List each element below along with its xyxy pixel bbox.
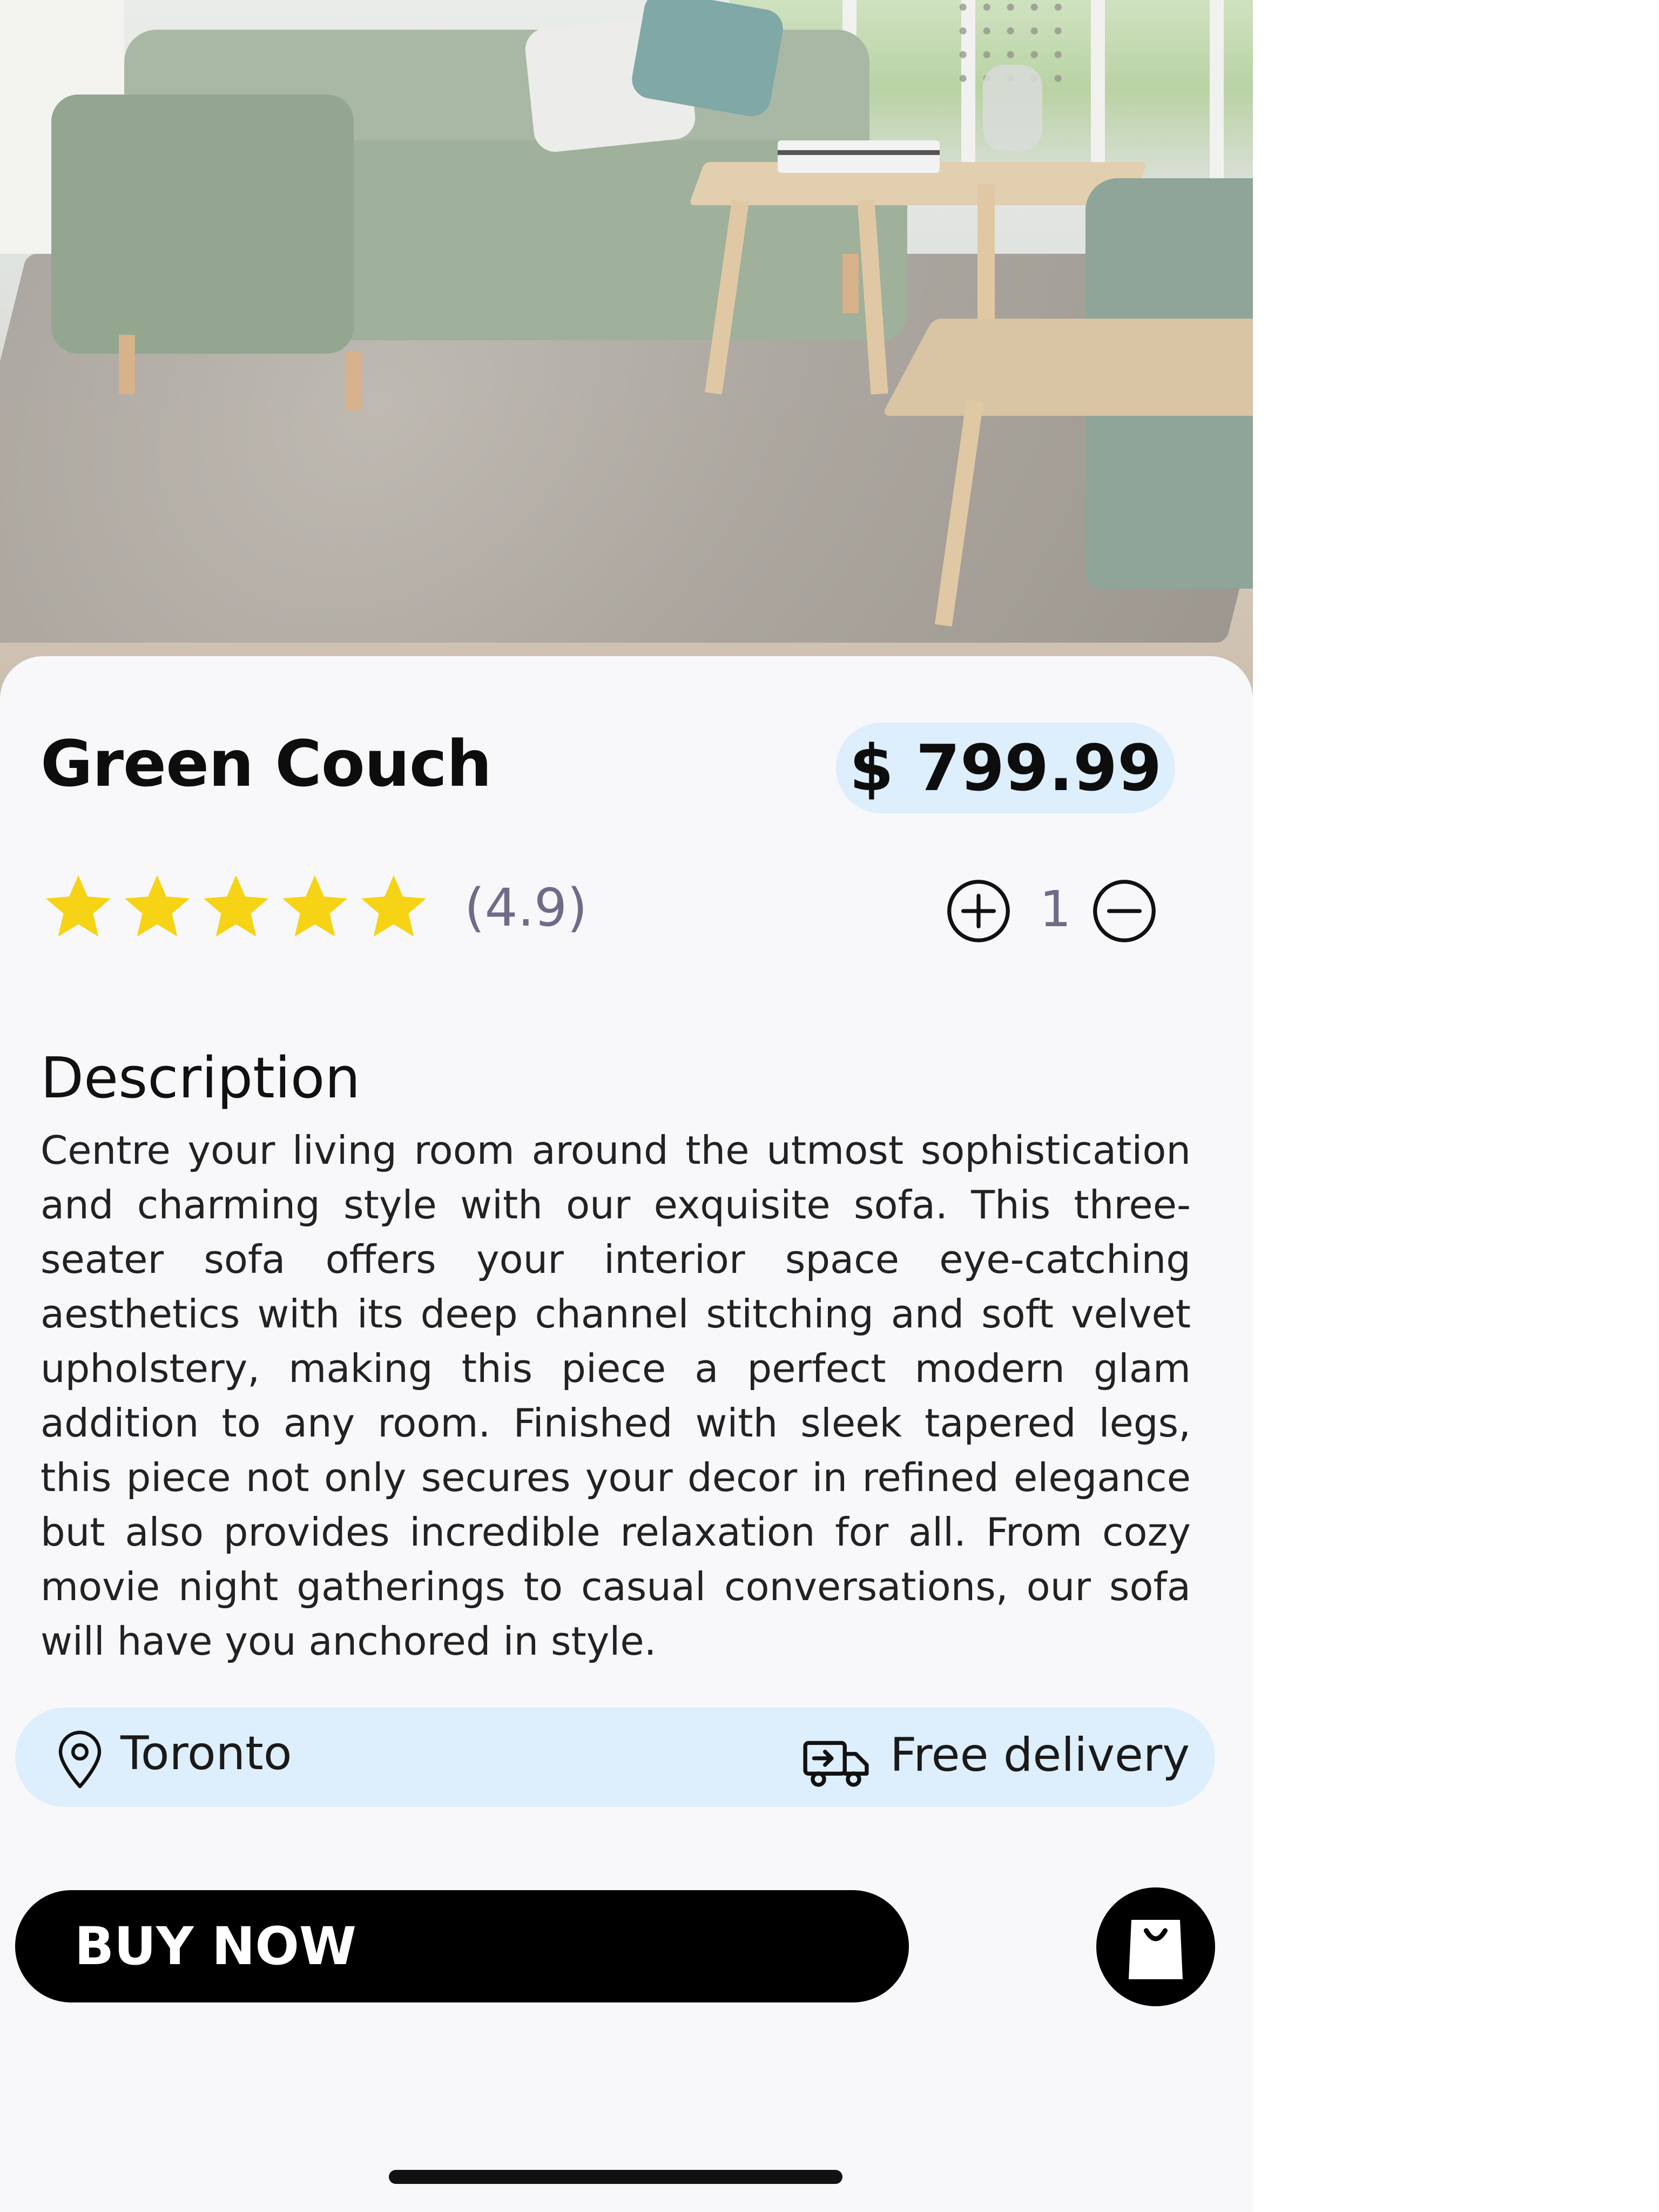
product-image [0,0,1253,697]
location-text: Toronto [120,1727,292,1781]
add-to-cart-button[interactable] [1096,1887,1215,2006]
rating-stars [41,869,431,945]
buy-now-button[interactable]: BUY NOW [15,1890,909,2002]
product-title: Green Couch [41,726,492,801]
delivery-truck-icon [801,1736,871,1790]
star-icon [277,869,353,945]
product-detail-screen: Green Couch $ 799.99 (4.9) 1 Description… [0,0,1253,2212]
quantity-value: 1 [1040,880,1071,938]
location-pin-icon [53,1729,107,1790]
price-badge: $ 799.99 [836,723,1175,813]
info-bar: Toronto Free delivery [15,1708,1215,1807]
star-icon [41,869,116,945]
shopping-bag-icon [1129,1920,1183,1979]
description-heading: Description [41,1045,361,1111]
delivery-text: Free delivery [890,1728,1190,1782]
rating-value: (4.9) [464,878,588,938]
home-indicator[interactable] [389,2170,842,2184]
star-icon [198,869,274,945]
minus-circle-icon[interactable] [1091,878,1158,945]
star-icon [356,869,431,945]
star-icon [119,869,195,945]
description-text: Centre your living room around the utmos… [41,1128,1191,1664]
plus-circle-icon[interactable] [945,878,1012,945]
